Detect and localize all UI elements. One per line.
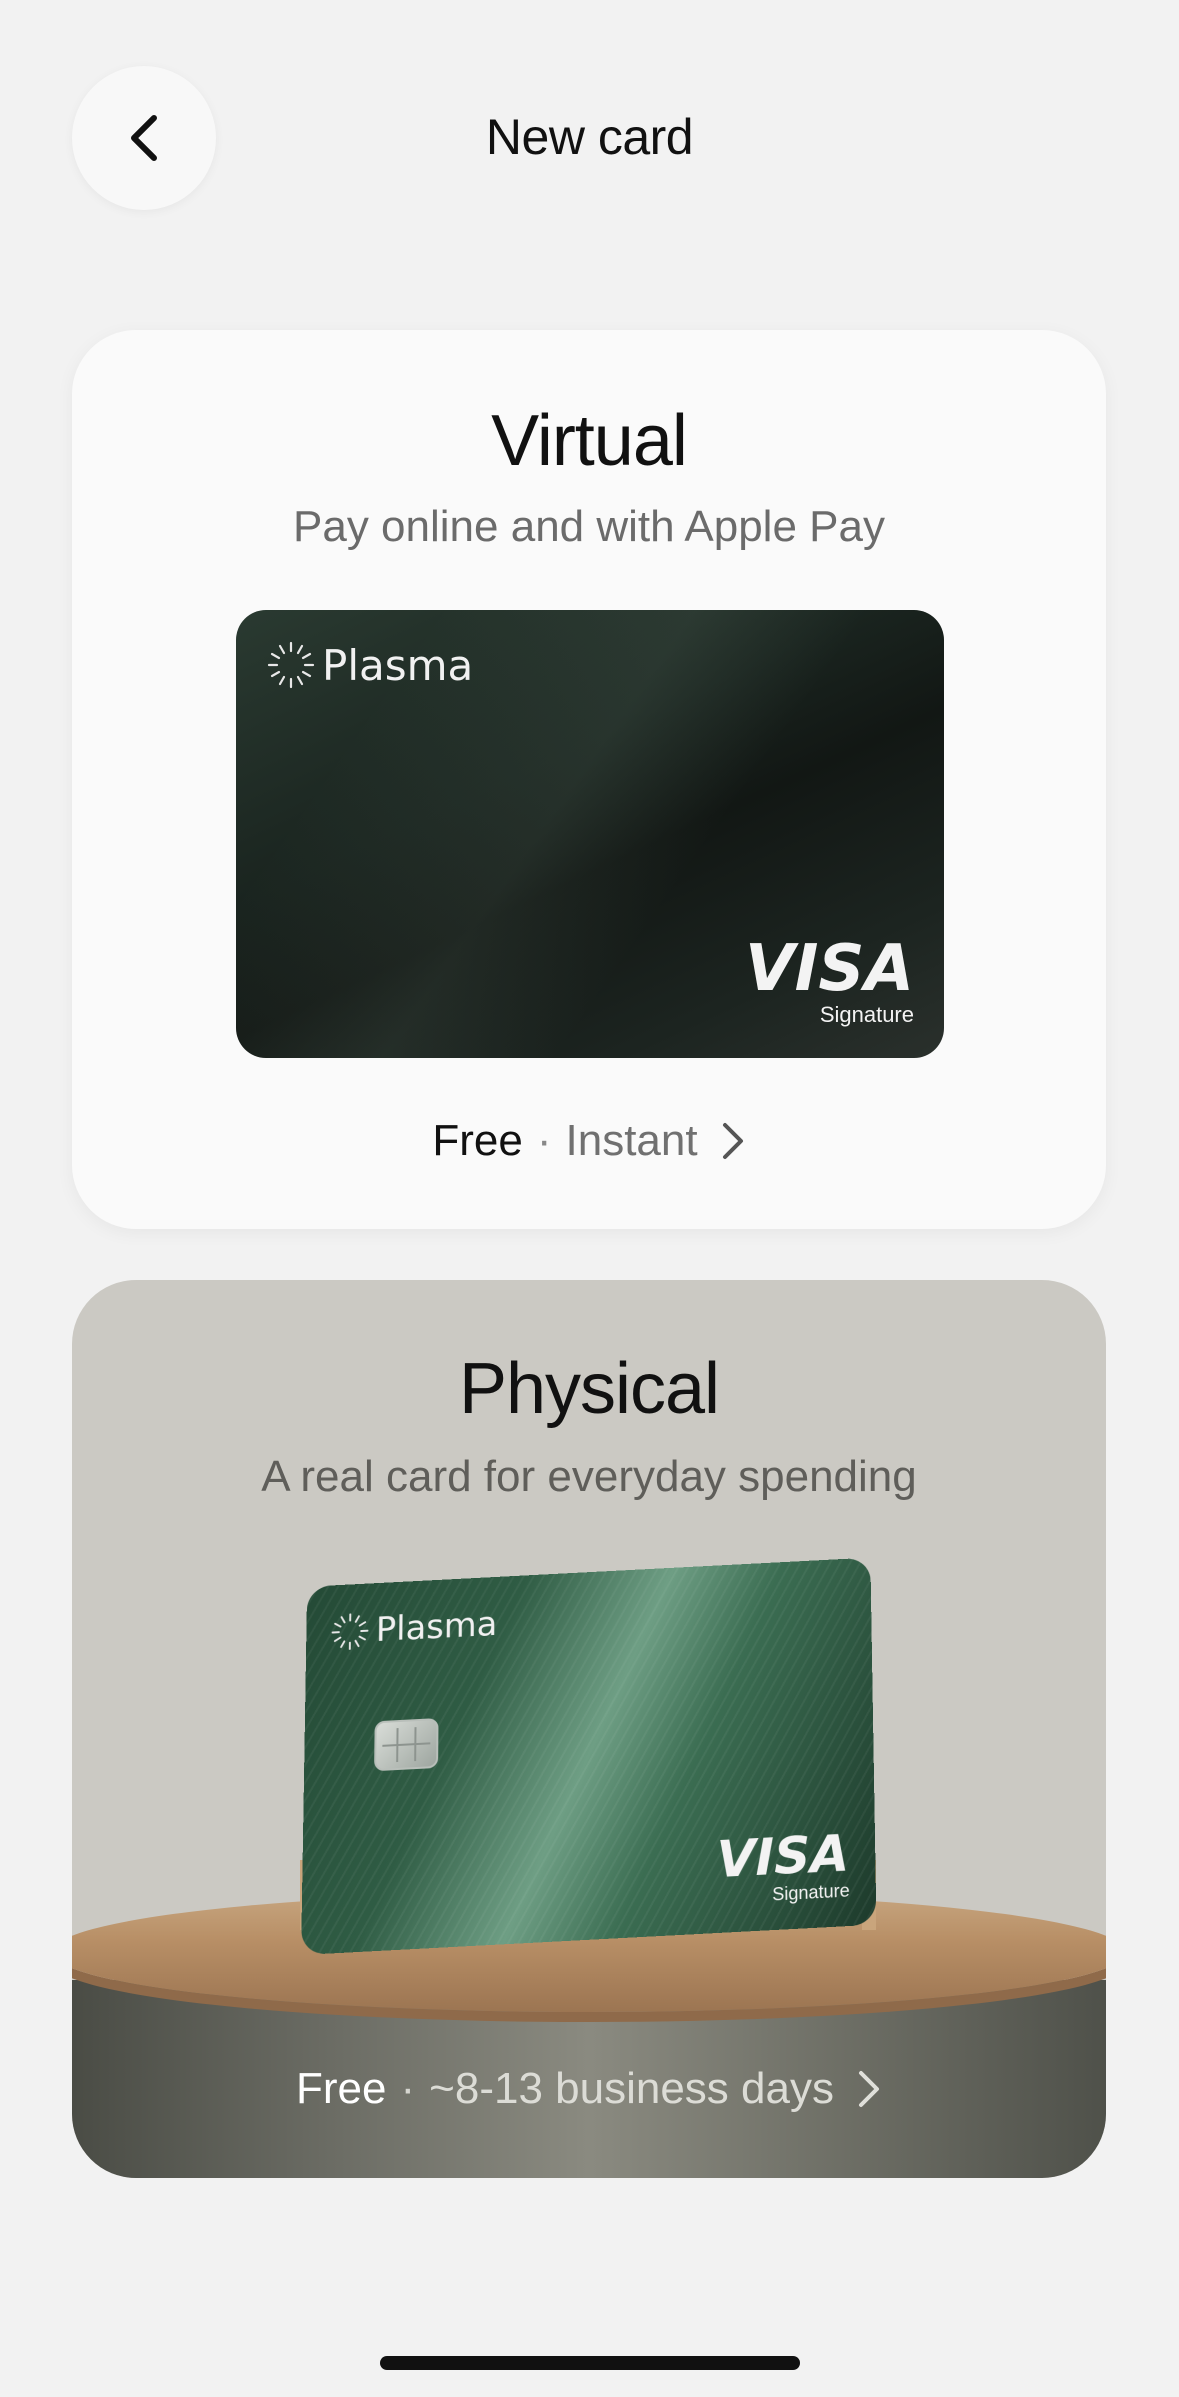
virtual-card-image: Plasma VISA Signature [236,610,944,1058]
card-network-name: VISA [745,932,914,1006]
card-brand: Plasma [266,640,473,690]
card-brand-name: Plasma [376,1604,498,1650]
separator-dot: · [537,1116,552,1166]
virtual-title: Virtual [72,400,1106,482]
physical-subtitle: A real card for everyday spending [72,1452,1106,1502]
card-network-name: VISA [716,1824,849,1890]
virtual-price: Free [432,1116,522,1166]
home-indicator[interactable] [380,2356,800,2370]
plasma-logo-icon [330,1611,370,1652]
physical-title: Physical [72,1348,1106,1430]
new-card-screen: New card Virtual Pay online and with App… [0,0,1179,2397]
physical-delivery: ~8-13 business days [429,2064,834,2114]
plasma-logo-icon [266,640,316,690]
card-brand: Plasma [330,1604,497,1652]
physical-price: Free [296,2064,386,2114]
physical-option-details[interactable]: Free · ~8-13 business days [72,2064,1106,2114]
separator-dot: · [401,2064,416,2114]
chevron-right-icon [856,2068,882,2110]
card-brand-name: Plasma [322,641,473,690]
chevron-right-icon [720,1120,746,1162]
page-title: New card [0,108,1179,166]
physical-card-option[interactable]: Physical A real card for everyday spendi… [72,1280,1106,2178]
card-network: VISA Signature [745,932,914,1028]
virtual-delivery: Instant [566,1116,698,1166]
virtual-subtitle: Pay online and with Apple Pay [72,502,1106,552]
physical-card-image: Plasma VISA Signature [301,1558,876,1955]
card-chip [374,1718,438,1771]
card-network: VISA Signature [716,1824,849,1909]
virtual-card-option[interactable]: Virtual Pay online and with Apple Pay Pl… [72,330,1106,1229]
virtual-option-details[interactable]: Free · Instant [72,1116,1106,1166]
